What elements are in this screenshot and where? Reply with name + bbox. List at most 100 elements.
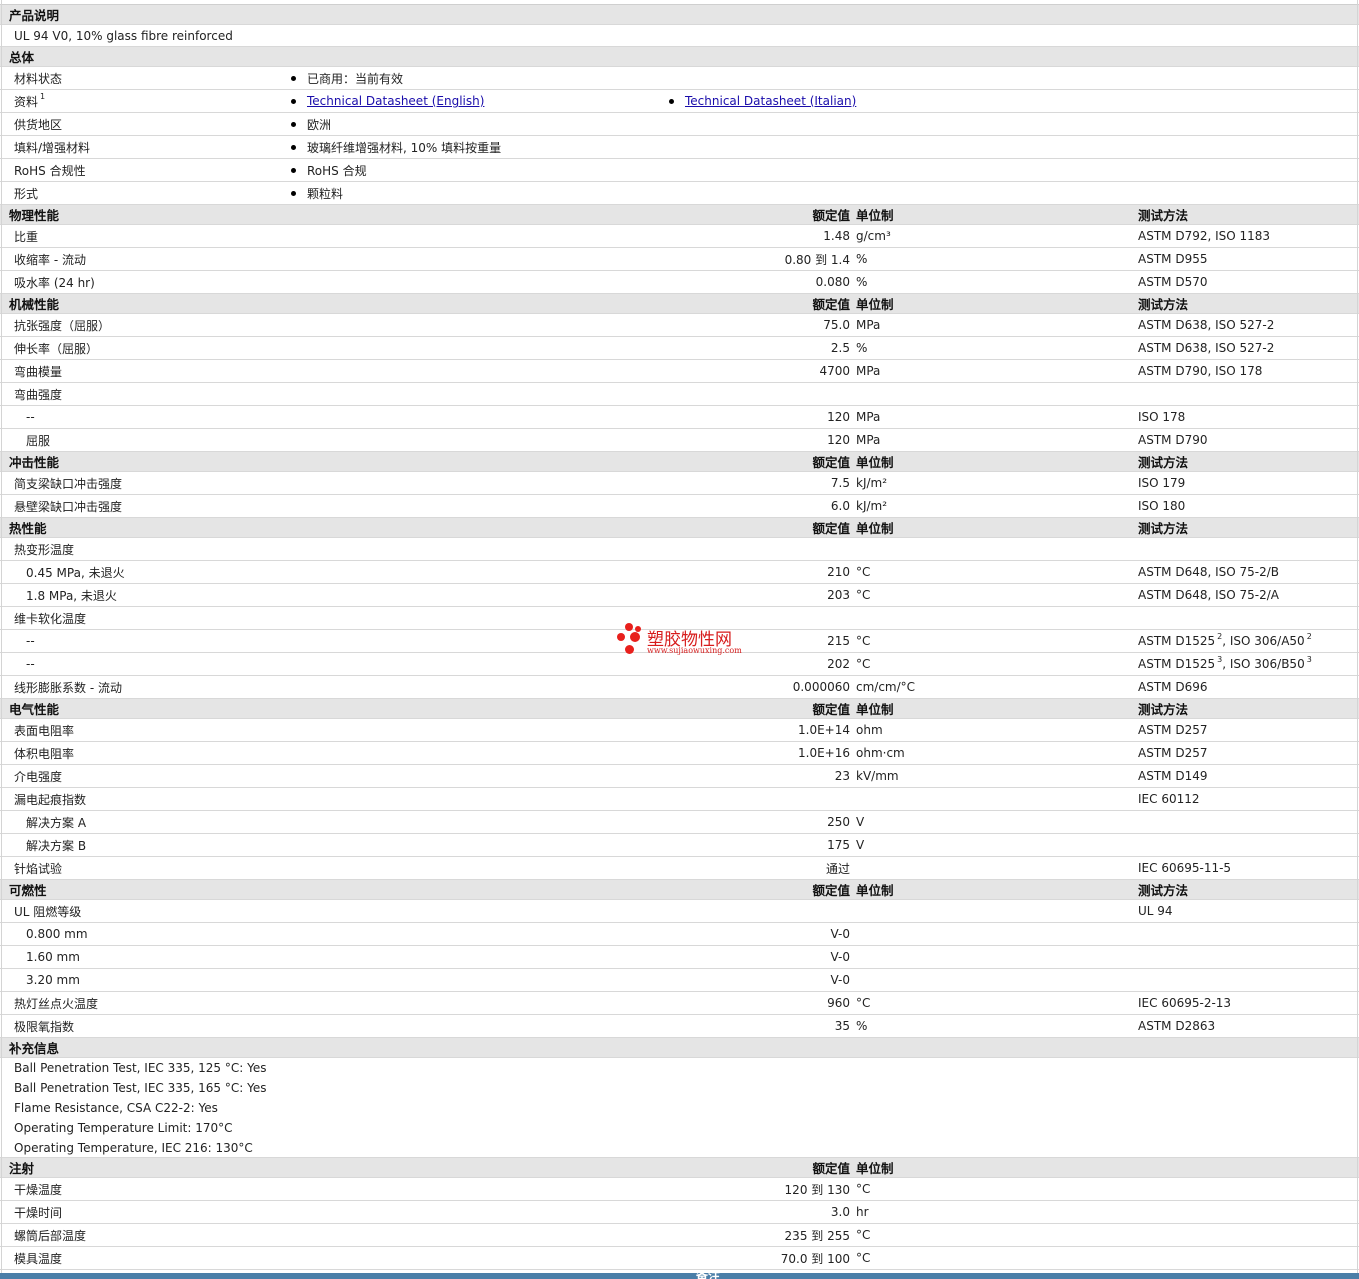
column-header-unit: 单位制 bbox=[856, 883, 894, 898]
property-name-text: 伸长率（屈服） bbox=[14, 341, 99, 356]
test-method: ISO 179 bbox=[1138, 472, 1185, 494]
property-name-text: 抗张强度（屈服） bbox=[14, 318, 111, 333]
unit: % bbox=[856, 252, 868, 266]
nominal-value: 235 到 255 bbox=[784, 1228, 850, 1243]
test-method-text: ASTM D1525 bbox=[1138, 657, 1216, 671]
column-header-test: 测试方法 bbox=[1138, 883, 1189, 898]
unit: % bbox=[856, 341, 868, 355]
unit: °C bbox=[856, 1182, 871, 1196]
property-name-text: 螺筒后部温度 bbox=[14, 1228, 87, 1243]
property-name: 资料 1 bbox=[14, 90, 45, 112]
section-title: 冲击性能 bbox=[9, 455, 60, 470]
nominal-value: 通过 bbox=[825, 861, 850, 876]
section-header-thermal: 热性能 额定值 单位制 测试方法 bbox=[0, 518, 1359, 538]
section-title: 补充信息 bbox=[9, 1041, 60, 1056]
unit: MPa bbox=[856, 433, 881, 447]
test-method-text: ASTM D2863 bbox=[1138, 1019, 1216, 1033]
section-title: 热性能 bbox=[9, 521, 47, 536]
datasheet-link-italian[interactable]: Technical Datasheet (Italian) bbox=[685, 94, 856, 108]
test-method: ASTM D1525 2, ISO 306/A50 2 bbox=[1138, 630, 1312, 652]
nominal-value: 2.5 bbox=[830, 341, 850, 355]
test-method-text: ISO 179 bbox=[1138, 476, 1186, 490]
table-row: 极限氧指数 35% ASTM D2863 bbox=[0, 1015, 1359, 1038]
watermark-logo: 塑胶物性网 www.sujiaowuxing.com bbox=[617, 623, 777, 659]
test-method: ASTM D1525 3, ISO 306/B50 3 bbox=[1138, 653, 1312, 675]
test-method-text: ASTM D570 bbox=[1138, 275, 1208, 289]
table-row: 材料状态 已商用：当前有效 bbox=[0, 67, 1359, 90]
test-method: ASTM D2863 bbox=[1138, 1015, 1215, 1037]
unit: MPa bbox=[856, 318, 881, 332]
table-row: 体积电阻率 1.0E+16 ohm·cm ASTM D257 bbox=[0, 742, 1359, 765]
test-method: ASTM D790 bbox=[1138, 429, 1207, 451]
section-header-flammability: 可燃性 额定值 单位制 测试方法 bbox=[0, 880, 1359, 900]
footnote-marker: 3 bbox=[1306, 654, 1312, 664]
column-header-test: 测试方法 bbox=[1138, 455, 1189, 470]
property-name: 针焰试验 bbox=[14, 857, 62, 879]
unit: g/cm³ bbox=[856, 229, 891, 243]
bullet-text: 玻璃纤维增强材料, 10% 填料按重量 bbox=[307, 140, 502, 155]
property-name: 热变形温度 bbox=[14, 538, 74, 560]
test-method-text: ASTM D638, ISO 527-2 bbox=[1138, 318, 1275, 332]
table-row: 解决方案 B 175 V bbox=[0, 834, 1359, 857]
column-header-value: 额定值 bbox=[812, 1161, 850, 1176]
property-name-text: 干燥温度 bbox=[14, 1182, 63, 1197]
column-header-unit: 单位制 bbox=[856, 297, 894, 312]
property-name: 解决方案 A bbox=[26, 811, 86, 833]
note-text: Ball Penetration Test, IEC 335, 165 °C: … bbox=[14, 1081, 267, 1095]
column-header-value: 额定值 bbox=[812, 521, 850, 536]
unit: °C bbox=[856, 1228, 871, 1242]
property-name: UL 阻燃等级 bbox=[14, 900, 81, 922]
note-text: UL 94 V0, 10% glass fibre reinforced bbox=[14, 28, 233, 43]
test-method-text: ASTM D790 bbox=[1138, 433, 1208, 447]
column-header-test: 测试方法 bbox=[1138, 702, 1189, 717]
property-name: 0.45 MPa, 未退火 bbox=[26, 561, 125, 583]
footnote-marker: 2 bbox=[1217, 631, 1223, 641]
nominal-value: 1.0E+16 bbox=[798, 746, 850, 760]
bullet-text: 已商用：当前有效 bbox=[307, 71, 404, 86]
watermark-dot bbox=[617, 633, 625, 641]
test-method-text-2: , ISO 306/A50 bbox=[1222, 634, 1305, 648]
datasheet-link-english[interactable]: Technical Datasheet (English) bbox=[307, 94, 484, 108]
unit: kJ/m² bbox=[856, 476, 888, 490]
table-row: 屈服 120 MPa ASTM D790 bbox=[0, 429, 1359, 452]
section-title: 机械性能 bbox=[9, 297, 60, 312]
table-row: 悬壁梁缺口冲击强度 6.0 kJ/m² ISO 180 bbox=[0, 495, 1359, 518]
footnote-marker: 2 bbox=[1306, 631, 1312, 641]
watermark-dot bbox=[625, 623, 633, 631]
table-row: 弯曲强度 bbox=[0, 383, 1359, 406]
test-method-text: IEC 60695-11-5 bbox=[1138, 861, 1232, 875]
test-method: ASTM D638, ISO 527-2 bbox=[1138, 337, 1274, 359]
test-method: ASTM D257 bbox=[1138, 742, 1207, 764]
table-row: 热变形温度 bbox=[0, 538, 1359, 561]
property-name-text: 0.45 MPa, 未退火 bbox=[26, 565, 125, 580]
nominal-value: 0.80 到 1.4 bbox=[784, 252, 850, 267]
table-row: 0.45 MPa, 未退火 210 °C ASTM D648, ISO 75-2/B bbox=[0, 561, 1359, 584]
nominal-value: 0.080 bbox=[815, 275, 850, 289]
table-row: 供货地区 欧洲 bbox=[0, 113, 1359, 136]
test-method-text: IEC 60112 bbox=[1138, 792, 1200, 806]
note-row: Ball Penetration Test, IEC 335, 165 °C: … bbox=[0, 1078, 1359, 1098]
test-method: ASTM D257 bbox=[1138, 719, 1207, 741]
table-row: -- 120 MPa ISO 178 bbox=[0, 406, 1359, 429]
unit: % bbox=[856, 275, 868, 289]
table-row: RoHS 合规性 RoHS 合规 bbox=[0, 159, 1359, 182]
nominal-value: 23 bbox=[834, 769, 850, 783]
property-name: 螺筒后部温度 bbox=[14, 1224, 86, 1246]
test-method-text: ISO 180 bbox=[1138, 499, 1186, 513]
nominal-value: 6.0 bbox=[830, 499, 850, 513]
unit: cm/cm/°C bbox=[856, 680, 916, 694]
property-name: 收缩率 - 流动 bbox=[14, 248, 86, 270]
property-name-text: 1.60 mm bbox=[26, 950, 80, 964]
table-row: 吸水率 (24 hr) 0.080% ASTM D570 bbox=[0, 271, 1359, 294]
test-method-text: ASTM D790, ISO 178 bbox=[1138, 364, 1263, 378]
property-name-text: 漏电起痕指数 bbox=[14, 792, 87, 807]
bullet-dot bbox=[669, 98, 674, 104]
table-row: 比重 1.48 g/cm³ ASTM D792, ISO 1183 bbox=[0, 225, 1359, 248]
unit: °C bbox=[856, 1251, 871, 1265]
test-method-text: IEC 60695-2-13 bbox=[1138, 996, 1232, 1010]
table-row: 1.60 mm V-0 bbox=[0, 946, 1359, 969]
bullet-dot bbox=[291, 144, 296, 150]
property-name-text: 表面电阻率 bbox=[14, 723, 75, 738]
property-name-text: 简支梁缺口冲击强度 bbox=[14, 476, 123, 491]
bullet-dot bbox=[291, 167, 296, 173]
